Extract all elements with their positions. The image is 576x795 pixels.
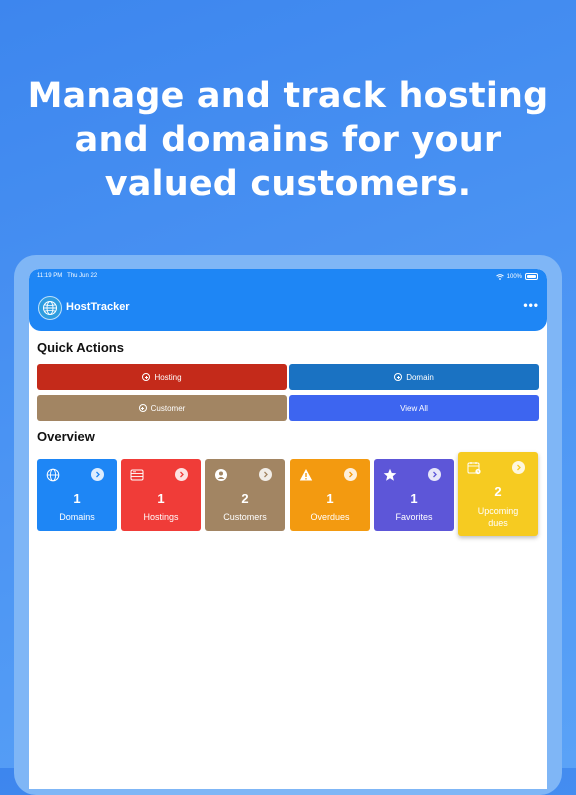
hostings-card[interactable]: 1 Hostings	[121, 459, 201, 531]
headline-line-3: valued customers.	[104, 164, 472, 204]
favorites-count: 1	[410, 491, 418, 506]
plus-circle-icon	[142, 373, 151, 381]
globe-icon	[46, 468, 60, 482]
headline-line-1: Manage and track hosting	[27, 76, 549, 116]
status-date: Thu Jun 22	[67, 273, 98, 279]
battery-percent: 100%	[506, 273, 522, 280]
chevron-right-icon[interactable]	[512, 461, 525, 474]
add-customer-button[interactable]: Customer	[37, 395, 287, 421]
chevron-right-icon[interactable]	[344, 468, 357, 481]
plus-circle-icon	[394, 373, 403, 381]
overview-title: Overview	[37, 429, 95, 444]
headline: Manage and track hosting and domains for…	[0, 74, 576, 206]
upcoming-dues-count: 2	[494, 484, 502, 499]
server-icon	[130, 469, 144, 481]
status-bar-right: 100%	[495, 273, 538, 280]
app-title: HostTracker	[66, 301, 130, 313]
customers-count: 2	[241, 491, 249, 506]
wifi-icon	[495, 273, 504, 280]
favorites-label: Favorites	[395, 512, 433, 522]
status-time: 11:19 PM	[37, 273, 63, 279]
overdues-label: Overdues	[310, 512, 350, 522]
overdues-card[interactable]: 1 Overdues	[290, 459, 370, 531]
overdues-count: 1	[326, 491, 334, 506]
person-icon	[215, 469, 227, 481]
add-hosting-button[interactable]: Hosting	[37, 364, 287, 390]
add-customer-label: Customer	[150, 403, 186, 413]
chevron-right-icon[interactable]	[91, 468, 104, 481]
plus-circle-icon	[138, 404, 147, 412]
chevron-right-icon[interactable]	[259, 468, 272, 481]
domains-card[interactable]: 1 Domains	[37, 459, 117, 531]
warning-icon	[299, 469, 313, 481]
add-hosting-label: Hosting	[154, 372, 182, 382]
view-all-label: View All	[400, 403, 428, 413]
chevron-right-icon[interactable]	[175, 468, 188, 481]
customers-card[interactable]: 2 Customers	[205, 459, 285, 531]
upcoming-dues-label: Upcoming dues	[477, 506, 519, 528]
calendar-icon	[467, 462, 481, 475]
battery-icon	[525, 273, 538, 280]
domains-label: Domains	[59, 512, 95, 522]
add-domain-label: Domain	[406, 372, 434, 382]
view-all-button[interactable]: View All	[289, 395, 539, 421]
chevron-right-icon[interactable]	[428, 468, 441, 481]
hostings-count: 1	[157, 491, 165, 506]
headline-line-2: and domains for your	[74, 120, 502, 160]
customers-label: Customers	[223, 512, 267, 522]
globe-icon	[38, 296, 62, 320]
status-bar-left: 11:19 PM Thu Jun 22	[37, 273, 97, 279]
domains-count: 1	[73, 491, 81, 506]
app-screen: 11:19 PM Thu Jun 22 100% HostTracker •••…	[29, 269, 547, 789]
navigation-bar: 11:19 PM Thu Jun 22 100% HostTracker •••	[29, 269, 547, 331]
hostings-label: Hostings	[143, 512, 179, 522]
quick-actions-title: Quick Actions	[37, 340, 124, 355]
favorites-card[interactable]: 1 Favorites	[374, 459, 454, 531]
add-domain-button[interactable]: Domain	[289, 364, 539, 390]
ellipsis-icon[interactable]: •••	[523, 298, 539, 312]
upcoming-dues-card[interactable]: 2 Upcoming dues	[458, 452, 538, 536]
star-icon	[383, 468, 397, 481]
